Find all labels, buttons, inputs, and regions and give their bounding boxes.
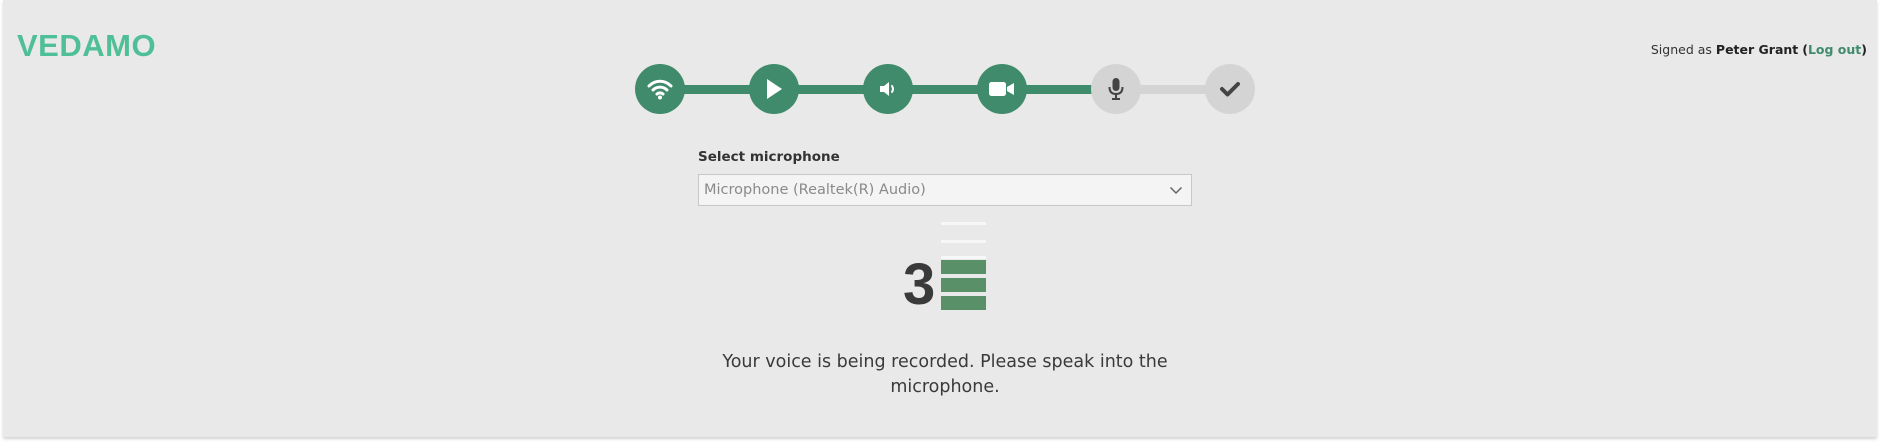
step-complete: [1205, 64, 1255, 114]
microphone-selected-value: Microphone (Realtek(R) Audio): [704, 182, 926, 198]
check-icon: [1219, 80, 1241, 98]
video-camera-icon: [988, 80, 1016, 98]
setup-stepper: [635, 64, 1255, 114]
level-bar: [941, 256, 986, 259]
signed-in-info: Signed as Peter Grant (Log out): [1651, 42, 1867, 57]
level-bar: [941, 240, 986, 243]
signed-prefix: Signed as: [1650, 42, 1712, 57]
test-panel: VEDAMO Signed as Peter Grant (Log out) S…: [3, 0, 1877, 437]
play-icon: [763, 77, 785, 101]
logout-link[interactable]: Log out: [1808, 42, 1861, 57]
microphone-select[interactable]: Microphone (Realtek(R) Audio): [698, 174, 1192, 206]
level-bar: [941, 296, 986, 310]
step-microphone: [1091, 64, 1141, 114]
step-camera: [977, 64, 1027, 114]
recording-message: Your voice is being recorded. Please spe…: [722, 352, 1168, 397]
step-connection: [635, 64, 685, 114]
microphone-label: Select microphone: [698, 149, 840, 165]
step-playback: [749, 64, 799, 114]
microphone-icon: [1107, 77, 1125, 101]
close-paren: ): [1861, 42, 1867, 57]
level-bar: [941, 222, 986, 225]
user-name: Peter Grant: [1715, 42, 1799, 57]
speaker-icon: [878, 80, 898, 98]
countdown-number: 3: [903, 252, 936, 317]
level-bar: [941, 278, 986, 292]
step-speaker: [863, 64, 913, 114]
level-bar: [941, 260, 986, 274]
wifi-icon: [647, 78, 673, 100]
vedamo-logo: VEDAMO: [17, 28, 157, 63]
chevron-down-icon: [1161, 186, 1191, 195]
